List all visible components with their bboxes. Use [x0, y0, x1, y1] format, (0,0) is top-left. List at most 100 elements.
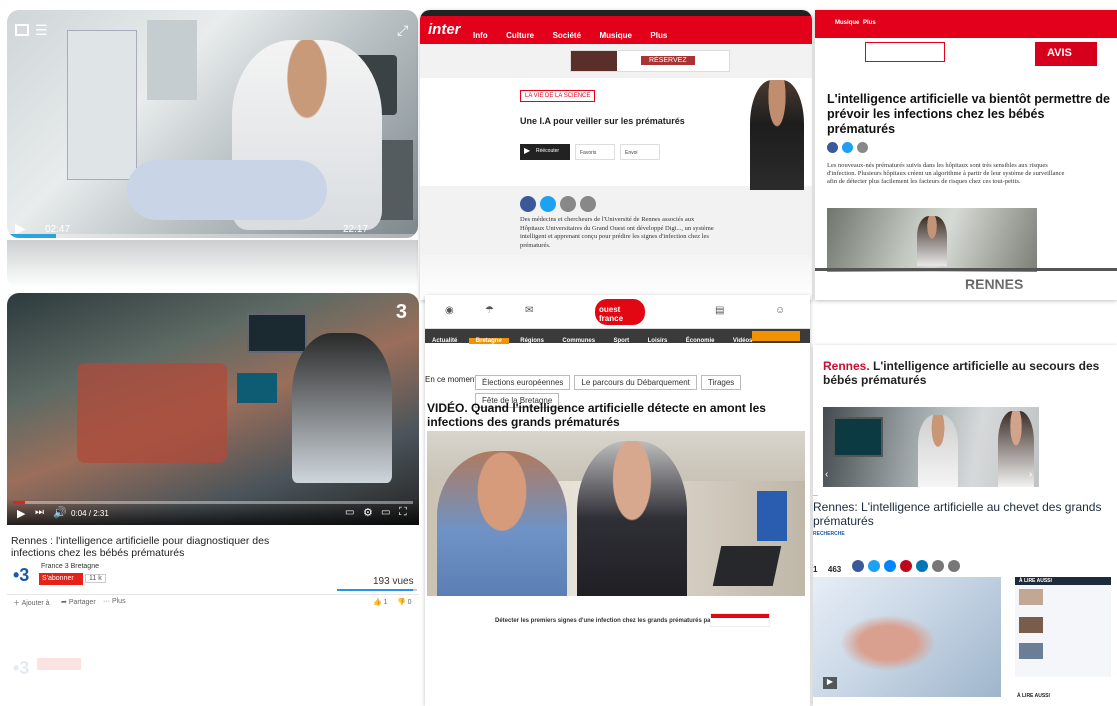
nav-musique[interactable]: Musique [835, 20, 859, 26]
pinterest-icon[interactable] [899, 560, 912, 572]
twitter-icon[interactable] [842, 142, 853, 153]
video-player-incubator[interactable]: 3 ▶ ⏭ 🔊 0:04 / 2:31 ▭ ⚙ ▭ ⛶ [7, 293, 419, 525]
facebook-icon[interactable] [827, 142, 838, 153]
send-button[interactable]: Envoi [620, 144, 660, 160]
podcast-icon[interactable]: ◉ [445, 305, 454, 316]
inter-nav-musique[interactable]: Musique [593, 31, 639, 40]
ouestfrance-photo[interactable] [427, 431, 805, 596]
weather-icon[interactable]: ☂ [485, 305, 494, 316]
play-icon[interactable]: ▶ [17, 507, 25, 520]
inter-ad-banner[interactable]: RÉSERVEZ [570, 50, 730, 72]
inter-nav-plus[interactable]: Plus [643, 31, 674, 40]
channel-name[interactable]: France 3 Bretagne [41, 563, 99, 570]
replay-button[interactable]: ▶ Réécouter [520, 144, 570, 160]
print-icon[interactable] [947, 560, 960, 572]
youtube-panel: 3 ▶ ⏭ 🔊 0:04 / 2:31 ▭ ⚙ ▭ ⛶ Rennes : l'i… [7, 293, 419, 706]
tags-label: En ce moment [425, 375, 477, 384]
email-icon[interactable] [931, 560, 944, 572]
journal-icon[interactable]: ▤ [715, 305, 724, 316]
twitter-icon[interactable] [540, 196, 556, 212]
tag-chip[interactable]: Le parcours du Débarquement [574, 375, 697, 390]
of-nav-bretagne[interactable]: Bretagne [468, 338, 509, 344]
inter-article-body: Des médecins et chercheurs de l'Universi… [520, 216, 714, 249]
share-icon[interactable] [857, 142, 868, 153]
avis-ad[interactable]: AVIS [1035, 42, 1097, 66]
seek-bar[interactable] [13, 501, 413, 504]
ouestfrance-nav: Actualité Bretagne Régions Communes Spor… [425, 329, 810, 344]
of-nav-economie[interactable]: Économie [679, 338, 722, 344]
man-left [437, 451, 567, 596]
channel-avatar[interactable]: •3 [13, 565, 29, 586]
tag-chip[interactable]: Tirages [700, 375, 742, 390]
channel-logo-overlay: 3 [395, 301, 407, 323]
rennes-article-title: Rennes: L'intelligence artificielle au c… [813, 500, 1102, 528]
favorites-button[interactable]: Favoris [575, 144, 615, 160]
email-icon[interactable] [560, 196, 576, 212]
view-count: 193 vues [373, 576, 414, 587]
messenger-icon[interactable] [883, 560, 896, 572]
share-count-2: 463 [827, 565, 842, 574]
account-icon[interactable]: ☺ [775, 305, 785, 316]
facebook-icon[interactable] [851, 560, 864, 572]
rennes-section-label: RECHERCHE [813, 531, 845, 537]
nav-plus[interactable]: Plus [863, 20, 876, 26]
subscribe-label: S'abonner [42, 575, 74, 582]
avis-logo: AVIS [1047, 47, 1072, 59]
ouestfrance-logo[interactable]: ouest france [595, 299, 645, 325]
related-link[interactable]: Détecter les premiers signes d'une infec… [495, 618, 713, 624]
progress-bar[interactable] [7, 234, 418, 238]
list-item[interactable] [1019, 617, 1043, 633]
fullscreen-icon[interactable]: ⤢ [397, 22, 408, 39]
playlist-icon[interactable]: ☰ [35, 22, 48, 39]
video-player-top[interactable]: ☰ ⤢ ▶ 02:47 22:17 [7, 10, 418, 238]
picture-in-picture-icon[interactable] [15, 24, 29, 36]
share-button[interactable]: ➦ Partager [61, 598, 96, 606]
ouestfrance-title: VIDÉO. Quand l'intelligence artificielle… [427, 401, 766, 429]
settings-gear-icon[interactable]: ⚙ [363, 506, 373, 519]
subscriber-count: 11 k [85, 574, 106, 583]
carousel-next-icon[interactable]: › [1029, 469, 1032, 480]
fullscreen-icon[interactable]: ⛶ [399, 506, 407, 519]
of-nav-sport[interactable]: Sport [607, 338, 637, 344]
theater-mode-icon[interactable]: ▭ [381, 507, 390, 518]
article-image[interactable] [827, 208, 1037, 272]
inter-nav-culture[interactable]: Culture [499, 31, 541, 40]
more-button[interactable]: ··· Plus [103, 598, 126, 605]
rennes-photo[interactable]: ▶ [813, 577, 1001, 697]
of-nav-loisirs[interactable]: Loisirs [641, 338, 675, 344]
of-nav-communes[interactable]: Communes [555, 338, 602, 344]
rennes-video-thumb[interactable]: ‹ › [823, 407, 1039, 487]
ad-banner[interactable] [865, 42, 945, 62]
like-button[interactable]: 👍 1 [373, 598, 388, 606]
inter-header: inter Info Culture Société Musique Plus [420, 16, 812, 44]
add-to-button[interactable]: ＋ Ajouter à [13, 598, 50, 608]
inter-tag[interactable]: LA VIE DE LA SCIENCE [520, 90, 596, 102]
ad-reserve-label: RÉSERVEZ [641, 56, 695, 65]
inter-logo[interactable]: inter [428, 21, 461, 38]
tag-chip[interactable]: Élections européennes [475, 375, 571, 390]
of-nav-actualite[interactable]: Actualité [425, 338, 464, 344]
list-item[interactable] [1019, 643, 1043, 659]
linkedin-icon[interactable] [915, 560, 928, 572]
of-nav-regions[interactable]: Régions [513, 338, 551, 344]
progress-fill [7, 234, 57, 238]
sidebar-title-2: À LIRE AUSSI [1017, 693, 1050, 699]
volume-icon[interactable]: 🔊 [53, 506, 67, 519]
subtitles-icon[interactable]: ▭ [345, 507, 354, 518]
person-photo [750, 80, 804, 190]
man-right [577, 441, 687, 596]
subscribe-button[interactable]: S'abonner [39, 573, 83, 585]
rennes-prefix: Rennes. [823, 359, 870, 373]
link-icon[interactable] [580, 196, 596, 212]
facebook-icon[interactable] [520, 196, 536, 212]
newsletter-icon[interactable]: ✉ [525, 305, 533, 316]
next-icon[interactable]: ⏭ [35, 507, 44, 518]
twitter-icon[interactable] [867, 560, 880, 572]
dislike-button[interactable]: 👎 0 [397, 598, 412, 606]
inter-nav-info[interactable]: Info [466, 31, 495, 40]
list-item[interactable] [1019, 589, 1043, 605]
carousel-prev-icon[interactable]: ‹ [825, 469, 828, 480]
article-ai-page: Musique Plus AVIS L'intelligence artific… [815, 10, 1117, 300]
inter-nav-societe[interactable]: Société [546, 31, 588, 40]
rennes-pages: Rennes. L'intelligence artificielle au s… [813, 345, 1117, 706]
